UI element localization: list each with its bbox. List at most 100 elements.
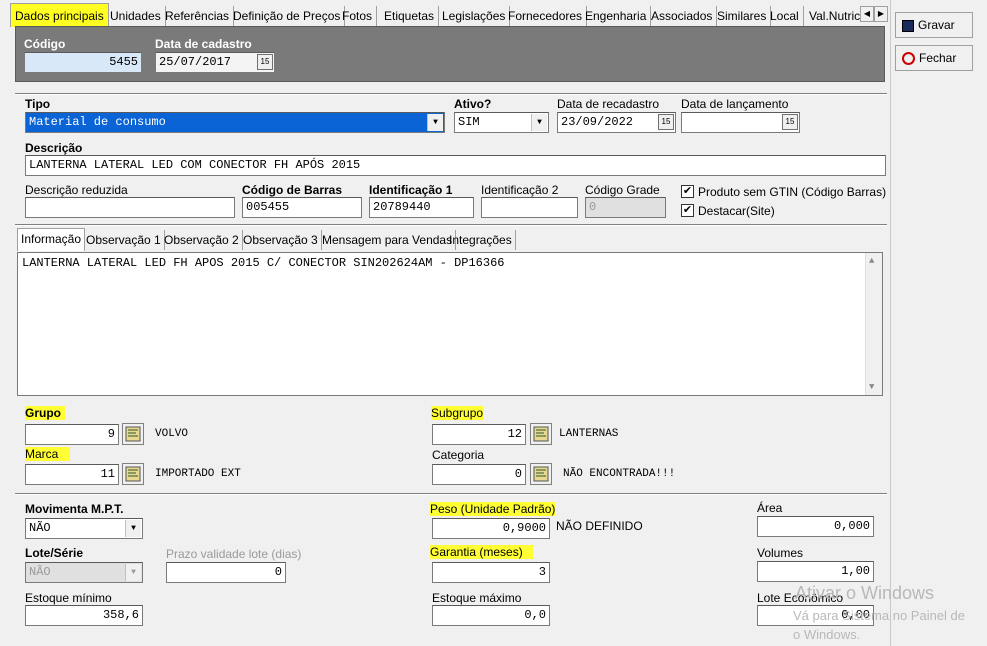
marca-lookup-button[interactable] — [122, 463, 144, 485]
tab-mensagem-vendas[interactable]: Mensagem para Vendas — [319, 230, 457, 250]
chevron-down-icon[interactable]: ▼ — [125, 520, 141, 537]
informacao-memo[interactable]: LANTERNA LATERAL LED FH APOS 2015 C/ CON… — [17, 252, 883, 396]
destacar-label: Destacar(Site) — [698, 204, 775, 218]
descricao-field[interactable]: LANTERNA LATERAL LED COM CONECTOR FH APÓ… — [25, 155, 886, 176]
grupo-label: Grupo — [25, 406, 65, 420]
subgrupo-lookup-button[interactable] — [530, 423, 552, 445]
garantia-field[interactable]: 3 — [432, 562, 550, 583]
data-cadastro-field[interactable]: 25/07/2017 15 — [155, 52, 275, 73]
desc-reduzida-label: Descrição reduzida — [25, 183, 128, 197]
destacar-checkbox[interactable]: ✔ — [681, 204, 694, 217]
tab-integracoes[interactable]: Integrações — [446, 230, 516, 250]
gravar-button[interactable]: Gravar — [895, 12, 973, 38]
tab-fornecedores[interactable]: Fornecedores — [504, 6, 588, 26]
tipo-label: Tipo — [25, 97, 51, 111]
activation-watermark-line: o Windows. — [793, 627, 861, 642]
calendar-icon[interactable]: 15 — [782, 114, 798, 130]
marca-field[interactable]: 11 — [25, 464, 119, 485]
tab-observacao-3[interactable]: Observação 3 — [240, 230, 322, 250]
movimenta-select[interactable]: NÃO ▼ — [25, 518, 143, 539]
marca-label: Marca — [25, 447, 71, 461]
tab-local[interactable]: Local — [766, 6, 804, 26]
tab-fotos[interactable]: Fotos — [338, 6, 378, 26]
tab-scroll-left-icon[interactable]: ◀ — [860, 6, 874, 22]
descricao-label: Descrição — [25, 141, 83, 155]
volumes-field[interactable]: 1,00 — [757, 561, 874, 582]
categoria-desc: NÃO ENCONTRADA!!! — [563, 468, 676, 480]
data-cadastro-label: Data de cadastro — [155, 37, 252, 51]
activation-watermark-line: Vá para Sistema no Painel de — [793, 608, 965, 623]
tab-informacao[interactable]: Informação — [17, 228, 86, 251]
sem-gtin-checkbox[interactable]: ✔ — [681, 185, 694, 198]
grupo-lookup-button[interactable] — [122, 423, 144, 445]
lote-value: NÃO — [29, 565, 51, 579]
tipo-select[interactable]: Material de consumo ▼ — [25, 112, 445, 133]
tab-referencias[interactable]: Referências — [161, 6, 235, 26]
volumes-label: Volumes — [757, 546, 804, 560]
data-cadastro-value: 25/07/2017 — [159, 55, 232, 69]
codigo-grade-field: 0 — [585, 197, 666, 218]
fechar-button[interactable]: Fechar — [895, 45, 973, 71]
categoria-field[interactable]: 0 — [432, 464, 526, 485]
chevron-down-icon: ▼ — [125, 564, 141, 581]
grupo-field[interactable]: 9 — [25, 424, 119, 445]
lancamento-label: Data de lançamento — [681, 97, 789, 111]
tab-val-nutric[interactable]: Val.Nutric — [805, 6, 860, 26]
area-field[interactable]: 0,000 — [757, 516, 874, 537]
ident2-field[interactable] — [481, 197, 578, 218]
tab-etiquetas[interactable]: Etiquetas — [380, 6, 440, 26]
tab-observacao-1[interactable]: Observação 1 — [83, 230, 165, 250]
gravar-label: Gravar — [918, 18, 955, 32]
chevron-down-icon[interactable]: ▼ — [531, 114, 547, 131]
divider — [15, 93, 887, 95]
ident1-field[interactable]: 20789440 — [369, 197, 474, 218]
marca-desc: IMPORTADO EXT — [155, 468, 241, 480]
ident1-label: Identificação 1 — [369, 183, 453, 197]
codigo-barras-field[interactable]: 005455 — [242, 197, 362, 218]
ativo-label: Ativo? — [454, 97, 492, 111]
estoque-min-field[interactable]: 358,6 — [25, 605, 143, 626]
activation-watermark-title: Ativar o Windows — [795, 583, 935, 603]
tab-definicao-precos[interactable]: Definição de Preços — [229, 6, 346, 26]
save-icon — [902, 19, 914, 32]
chevron-down-icon[interactable]: ▼ — [427, 114, 443, 131]
ativo-value: SIM — [458, 115, 480, 129]
categoria-lookup-button[interactable] — [530, 463, 552, 485]
scroll-down-icon[interactable]: ▼ — [869, 382, 874, 392]
tab-similares[interactable]: Similares — [713, 6, 772, 26]
header-panel: Código 5455 Data de cadastro 25/07/2017 … — [15, 26, 885, 82]
divider — [15, 224, 887, 226]
desc-reduzida-field[interactable] — [25, 197, 235, 218]
movimenta-value: NÃO — [29, 521, 51, 535]
categoria-label: Categoria — [432, 448, 485, 462]
search-icon — [125, 426, 141, 442]
codigo-field[interactable]: 5455 — [24, 52, 142, 73]
calendar-icon[interactable]: 15 — [658, 114, 674, 130]
divider — [15, 493, 887, 495]
peso-desc: NÃO DEFINIDO — [556, 519, 643, 533]
memo-scrollbar[interactable]: ▲ ▼ — [865, 253, 882, 395]
fechar-label: Fechar — [919, 51, 957, 65]
estoque-max-field[interactable]: 0,0 — [432, 605, 550, 626]
tab-associados[interactable]: Associados — [647, 6, 718, 26]
tipo-value: Material de consumo — [29, 115, 166, 129]
ativo-select[interactable]: SIM ▼ — [454, 112, 549, 133]
recadastro-label: Data de recadastro — [557, 97, 660, 111]
tab-observacao-2[interactable]: Observação 2 — [161, 230, 243, 250]
tab-legislacoes[interactable]: Legislações — [438, 6, 511, 26]
peso-field[interactable]: 0,9000 — [432, 518, 550, 539]
prazo-field[interactable]: 0 — [166, 562, 286, 583]
search-icon — [125, 466, 141, 482]
tab-scroll-right-icon[interactable]: ▶ — [874, 6, 888, 22]
scroll-up-icon[interactable]: ▲ — [869, 256, 874, 266]
tab-unidades[interactable]: Unidades — [106, 6, 166, 26]
tab-engenharia[interactable]: Engenharia — [581, 6, 652, 26]
lancamento-field[interactable]: / / 15 — [681, 112, 800, 133]
calendar-icon[interactable]: 15 — [257, 54, 273, 70]
subgrupo-label: Subgrupo — [431, 406, 484, 420]
recadastro-field[interactable]: 23/09/2022 15 — [557, 112, 676, 133]
area-label: Área — [757, 501, 783, 515]
tab-dados-principais[interactable]: Dados principais — [10, 3, 109, 27]
subgrupo-field[interactable]: 12 — [432, 424, 526, 445]
lote-label: Lote/Série — [25, 546, 84, 560]
